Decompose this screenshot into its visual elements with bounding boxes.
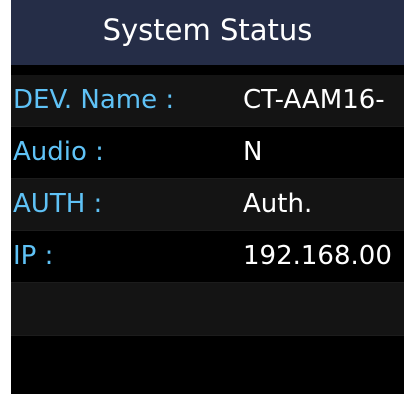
audio-value: N bbox=[243, 137, 263, 167]
dev-name-value: CT-AAM16- bbox=[243, 85, 385, 115]
title-bar: System Status bbox=[11, 0, 404, 65]
status-row-ip: IP : 192.168.00 bbox=[11, 231, 404, 283]
auth-label: AUTH : bbox=[13, 189, 103, 219]
system-status-screen: System Status DEV. Name : CT-AAM16- Audi… bbox=[11, 0, 404, 394]
ip-value: 192.168.00 bbox=[243, 241, 392, 271]
auth-value: Auth. bbox=[243, 189, 313, 219]
status-row-empty-2 bbox=[11, 336, 404, 394]
status-row-empty-1 bbox=[11, 283, 404, 336]
page-title: System Status bbox=[102, 13, 313, 47]
status-row-auth: AUTH : Auth. bbox=[11, 179, 404, 231]
status-row-dev-name: DEV. Name : CT-AAM16- bbox=[11, 75, 404, 127]
header-divider bbox=[11, 65, 404, 75]
ip-label: IP : bbox=[13, 241, 54, 271]
dev-name-label: DEV. Name : bbox=[13, 85, 175, 115]
status-row-audio: Audio : N bbox=[11, 127, 404, 179]
audio-label: Audio : bbox=[13, 137, 104, 167]
